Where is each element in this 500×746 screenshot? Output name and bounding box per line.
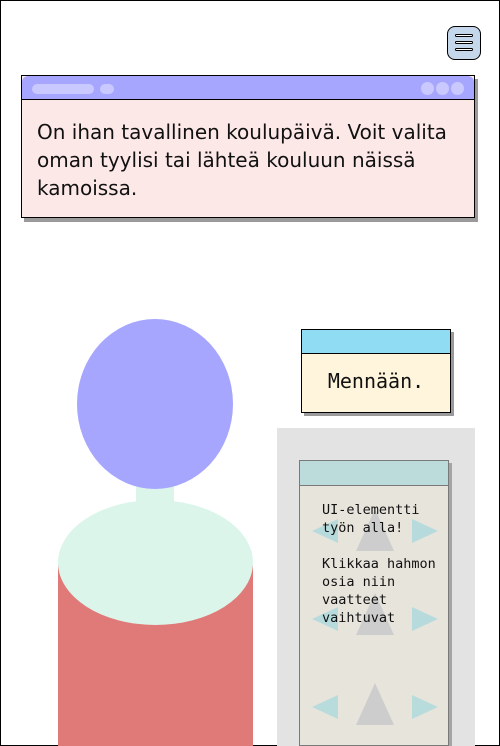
choice-label: Mennään. — [327, 369, 425, 393]
dialog-title-bar — [22, 76, 474, 100]
title-bar-decoration — [32, 84, 94, 94]
window-dot-icon — [421, 82, 434, 95]
choice-button[interactable]: Mennään. — [301, 329, 451, 413]
right-arrow-icon — [412, 695, 438, 719]
panel-text-line: Klikkaa hahmon osia niin vaatteet vaihtu… — [322, 556, 436, 626]
left-arrow-icon — [312, 695, 338, 719]
panel-text-line: UI-elementti työn alla! — [322, 502, 420, 536]
up-triangle-icon — [356, 683, 394, 725]
window-dot-icon — [451, 82, 464, 95]
menu-button[interactable] — [447, 26, 481, 60]
hamburger-line-icon — [455, 41, 473, 44]
hamburger-line-icon — [455, 34, 473, 37]
hamburger-line-icon — [455, 48, 473, 51]
title-bar-decoration — [100, 84, 114, 94]
character-head[interactable] — [77, 319, 233, 489]
dialog-box: On ihan tavallinen koulupäivä. Voit vali… — [21, 75, 475, 218]
character-shirt[interactable] — [58, 500, 253, 625]
choice-title-bar — [302, 330, 450, 354]
window-dot-icon — [436, 82, 449, 95]
panel-text: UI-elementti työn alla! Klikkaa hahmon o… — [322, 501, 444, 627]
dialog-text: On ihan tavallinen koulupäivä. Voit vali… — [37, 120, 447, 200]
customize-panel: UI-elementti työn alla! Klikkaa hahmon o… — [299, 460, 449, 746]
